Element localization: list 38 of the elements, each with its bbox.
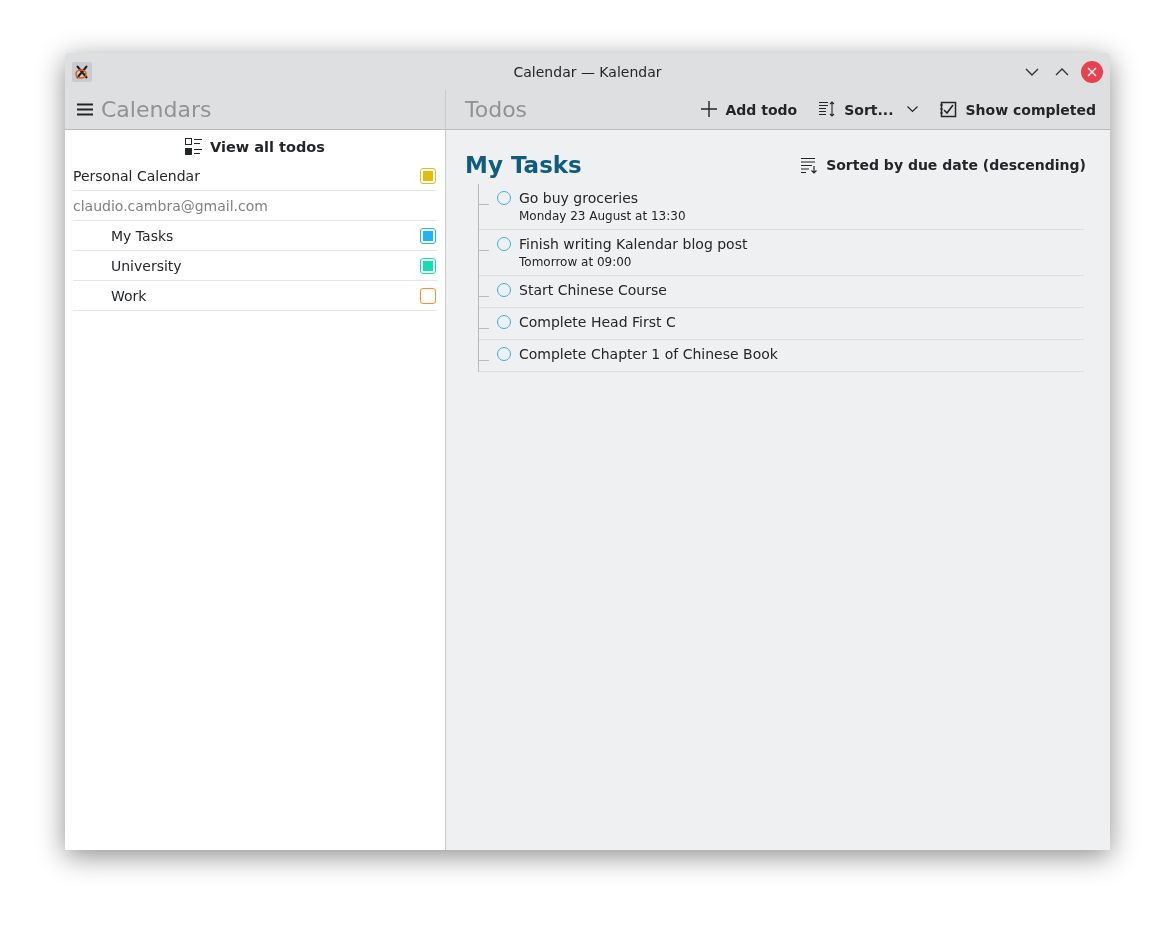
menu-button[interactable] <box>77 103 93 116</box>
checkbox-icon <box>940 101 958 118</box>
view-all-todos-button[interactable]: View all todos <box>73 130 437 161</box>
page-title: Todos <box>465 97 528 122</box>
todo-due-date: Monday 23 August at 13:30 <box>519 209 686 223</box>
grid-list-icon <box>185 138 203 155</box>
sort-descending-icon <box>801 156 819 174</box>
plus-icon <box>700 101 718 118</box>
calendar-item[interactable]: University <box>111 257 182 274</box>
calendar-item[interactable]: My Tasks <box>111 227 174 244</box>
app-icon <box>72 61 92 82</box>
sort-dropdown[interactable]: Sort... <box>819 101 919 118</box>
chevron-down-icon <box>1025 67 1039 76</box>
todo-due-date: Tomorrow at 09:00 <box>519 255 633 269</box>
chevron-up-icon <box>1055 67 1069 76</box>
todo-title[interactable]: Complete Chapter 1 of Chinese Book <box>519 346 778 362</box>
calendar-checkbox[interactable] <box>420 287 436 304</box>
sidebar-title: Calendars <box>101 97 212 122</box>
calendar-item[interactable]: Personal Calendar <box>73 167 200 184</box>
todo-title[interactable]: Finish writing Kalendar blog post <box>519 236 748 252</box>
todo-title[interactable]: Go buy groceries <box>519 190 686 206</box>
close-icon <box>1087 66 1097 77</box>
close-button[interactable] <box>1081 60 1103 83</box>
menu-icon <box>77 103 93 116</box>
todo-title[interactable]: Start Chinese Course <box>519 282 667 298</box>
calendar-item[interactable]: Work <box>111 287 147 304</box>
caret-icon <box>907 106 919 113</box>
window-title: Calendar — Kalendar <box>513 63 662 80</box>
account-label: claudio.cambra@gmail.com <box>73 197 268 214</box>
sort-label: Sorted by due date (descending) <box>826 157 1086 173</box>
sort-icon <box>819 101 837 118</box>
list-title: My Tasks <box>465 152 582 178</box>
todo-title[interactable]: Complete Head First C <box>519 314 676 330</box>
calendar-checkbox[interactable] <box>420 257 436 274</box>
show-completed-button[interactable]: Show completed <box>940 101 1096 118</box>
add-todo-button[interactable]: Add todo <box>700 101 798 118</box>
calendar-checkbox[interactable] <box>420 227 436 244</box>
calendar-checkbox[interactable] <box>420 167 436 184</box>
